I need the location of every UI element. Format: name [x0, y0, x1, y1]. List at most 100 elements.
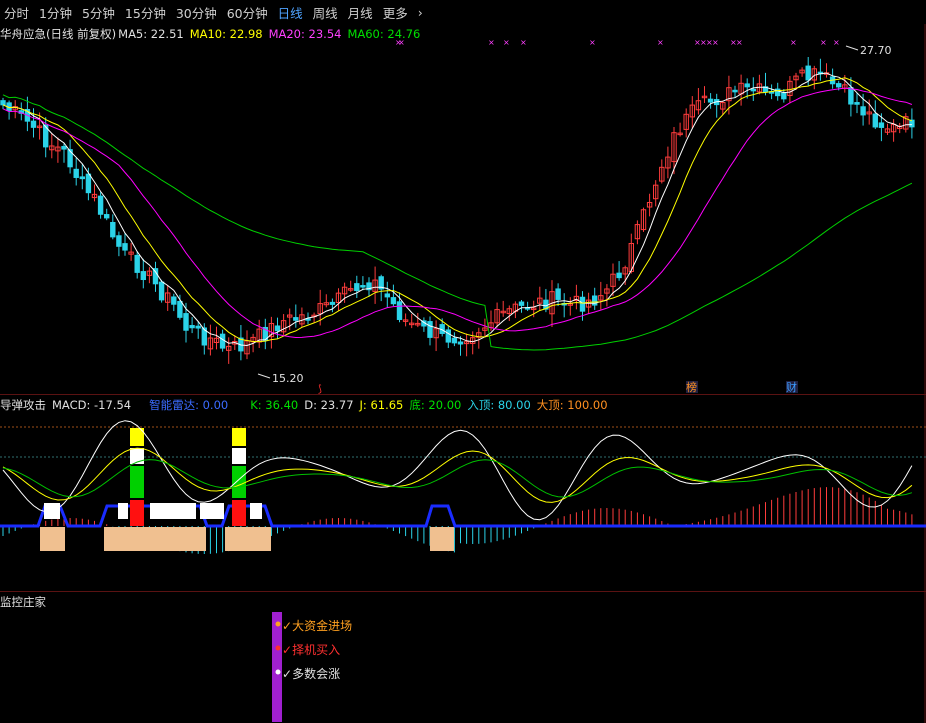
- candle-body: [61, 145, 67, 150]
- signal-dot: [275, 645, 281, 651]
- signal-dot: [275, 669, 281, 675]
- candle-body: [445, 329, 452, 343]
- candle-body: [79, 176, 85, 180]
- event-tag: 榜: [686, 380, 697, 394]
- white-block: [250, 503, 262, 519]
- candle-body: [390, 297, 397, 305]
- bottom-zone: [430, 527, 454, 551]
- candle-body: [274, 325, 281, 332]
- signal-bar: [272, 612, 282, 722]
- candle-body: [518, 301, 525, 306]
- candle-body: [616, 272, 622, 279]
- white-block: [200, 503, 224, 519]
- candle-body: [836, 83, 842, 88]
- ex-dividend-marker: ×: [657, 38, 664, 47]
- candle-body: [97, 195, 104, 215]
- kline-chart[interactable]: ×× × × × × × × × × × × × × × ×27.7015.20榜 财⟆: [0, 0, 926, 723]
- tower-green: [232, 466, 246, 498]
- ex-dividend-marker: ×: [736, 38, 743, 47]
- candle-body: [110, 221, 116, 238]
- candle-body: [579, 296, 586, 312]
- candle-body: [750, 88, 756, 92]
- ex-dividend-marker: ×: [503, 38, 510, 47]
- candle-body: [122, 243, 128, 251]
- candle-body: [909, 119, 915, 128]
- candle-body: [152, 268, 159, 285]
- ex-dividend-marker: ×: [488, 38, 495, 47]
- tower-red: [232, 500, 246, 526]
- high-price-pointer: [845, 45, 859, 51]
- ma5-value: MA5: 22.51: [118, 27, 184, 41]
- ex-dividend-marker: ×: [589, 38, 596, 47]
- k-value: K: 36.40: [250, 398, 299, 412]
- candle-body: [85, 173, 92, 194]
- candle-body: [872, 113, 878, 128]
- white-block: [150, 503, 196, 519]
- ex-dividend-marker: ×: [712, 38, 719, 47]
- indicator-name: 导弹攻击: [0, 398, 46, 412]
- ma60-value: MA60: 24.76: [347, 27, 421, 41]
- low-price-pointer: [257, 373, 271, 379]
- candle-body: [396, 301, 403, 320]
- tower-white: [232, 448, 246, 464]
- big-top-value: 大顶: 100.00: [536, 398, 608, 412]
- candle-body: [457, 341, 464, 345]
- candle-body: [848, 87, 854, 105]
- candle-body: [0, 100, 6, 106]
- enter-top-value: 入顶: 80.00: [467, 398, 531, 412]
- signal-dot: [275, 621, 281, 627]
- candle-body: [427, 321, 433, 338]
- j-value: J: 61.65: [359, 398, 404, 412]
- stock-title: 华舟应急(日线 前复权): [0, 27, 117, 41]
- ma10-line: [2, 77, 913, 343]
- ma20-value: MA20: 23.54: [268, 27, 342, 41]
- candle-body: [860, 106, 866, 116]
- candle-body: [189, 325, 195, 329]
- ma60-line: [2, 94, 913, 351]
- signal-rise: ✓多数会涨: [282, 667, 341, 681]
- candle-body: [732, 89, 738, 93]
- high-price-label: 27.70: [860, 44, 892, 57]
- candle-body: [116, 235, 122, 247]
- candle-body: [805, 65, 811, 81]
- radar-value: 智能雷达: 0.00: [149, 398, 229, 412]
- tower-yellow: [232, 428, 246, 446]
- tower-red: [130, 500, 144, 526]
- white-block: [118, 503, 128, 519]
- candle-body: [354, 283, 360, 292]
- monitor-name: 监控庄家: [0, 595, 46, 609]
- ma20-line: [2, 87, 913, 339]
- ex-dividend-marker: ×: [820, 38, 827, 47]
- main-legend: 华舟应急(日线 前复权) MA5: 22.51 MA10: 22.98 MA20: 2…: [0, 26, 426, 42]
- candle-body: [451, 337, 458, 344]
- candle-body: [781, 92, 787, 100]
- ex-dividend-marker: ×: [833, 38, 840, 47]
- tower-green: [130, 466, 144, 498]
- warning-marker: ⟆: [318, 384, 322, 395]
- candle-body: [195, 325, 201, 329]
- ex-dividend-marker: ×: [520, 38, 527, 47]
- bottom-zone: [104, 527, 206, 551]
- bottom-value: 底: 20.00: [409, 398, 462, 412]
- candle-body: [555, 288, 561, 300]
- d-value: D: 23.77: [304, 398, 354, 412]
- candle-body: [707, 98, 714, 103]
- bottom-zone: [225, 527, 271, 551]
- candle-body: [329, 301, 336, 305]
- low-price-label: 15.20: [272, 372, 304, 385]
- macd-value: MACD: -17.54: [52, 398, 132, 412]
- candle-body: [854, 102, 860, 105]
- candle-body: [73, 168, 79, 178]
- candle-body: [878, 122, 885, 128]
- candle-body: [140, 271, 147, 281]
- signal-big-money: ✓大资金进场: [282, 619, 353, 633]
- candle-body: [30, 120, 37, 128]
- ex-dividend-marker: ×: [790, 38, 797, 47]
- candle-body: [171, 296, 177, 305]
- candle-body: [183, 313, 189, 331]
- candle-body: [293, 317, 299, 321]
- candle-body: [104, 214, 110, 219]
- candle-body: [384, 293, 391, 298]
- candle-body: [744, 83, 750, 88]
- candle-body: [158, 281, 165, 301]
